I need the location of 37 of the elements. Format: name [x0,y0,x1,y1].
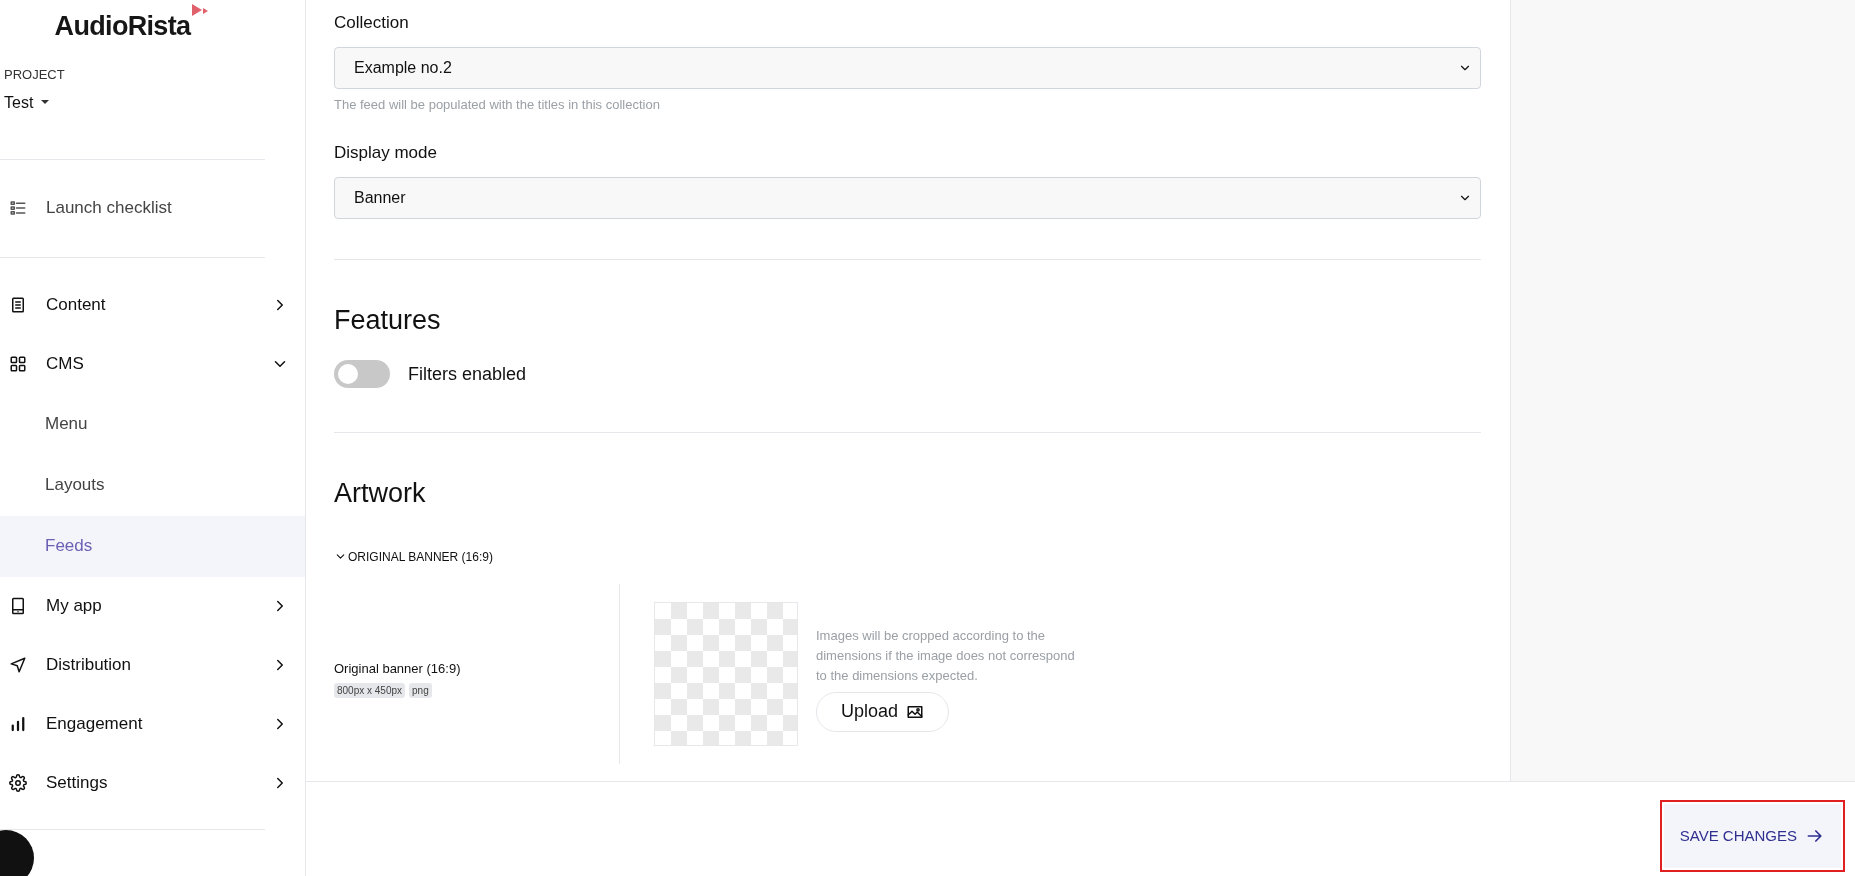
nav-subitem[interactable]: Menu [0,393,305,455]
project-selector[interactable]: Test [4,90,50,115]
select-field[interactable]: Banner [334,176,1481,219]
section-title: Artwork [334,477,427,510]
field-label: Display mode [334,142,438,164]
nav-item[interactable]: Engagement [0,694,305,754]
checklist-icon [9,199,27,217]
bar-chart-icon [9,715,27,733]
section-title: Features [334,303,442,337]
settings-icon [9,774,27,792]
toggle-switch[interactable] [334,360,390,388]
nav-item[interactable]: CMS [0,334,305,394]
project-label: PROJECT [3,66,66,84]
field-label: Collection [334,12,410,34]
caret-icon [41,100,50,105]
artwork-name: Original banner (16:9) [334,660,462,679]
upload-note: Images will be cropped according to the dimensions if the image does not correspond to the dimensions expected. [816,626,1076,685]
tag: 800px x 450px [334,682,406,698]
logo: AudioRista [54,5,211,47]
field-hint: The feed will be populated with the titles in this collection [334,95,661,114]
nav-subitem[interactable]: Feeds [0,515,305,577]
nav-item[interactable]: Distribution [0,635,305,695]
nav-subitem[interactable]: Layouts [0,454,305,516]
nav-item[interactable]: Content [0,275,305,335]
tag: png [409,682,432,698]
nav-item[interactable]: My app [0,576,305,636]
tablet-icon [9,597,27,615]
upload-button[interactable]: Upload [816,691,950,732]
document-icon [9,296,27,314]
nav-item[interactable]: Settings [0,753,305,813]
launch-checklist-link[interactable]: Launch checklist [0,159,305,257]
collapsible-header[interactable]: ORIGINAL BANNER (16:9) [334,547,493,566]
save-button[interactable]: SAVE CHANGES [1663,804,1841,868]
navigation-arrow-icon [9,656,27,674]
toggle-label: Filters enabled [408,362,527,386]
select-field[interactable]: Example no.2 [334,46,1481,89]
grid-icon [9,355,27,373]
